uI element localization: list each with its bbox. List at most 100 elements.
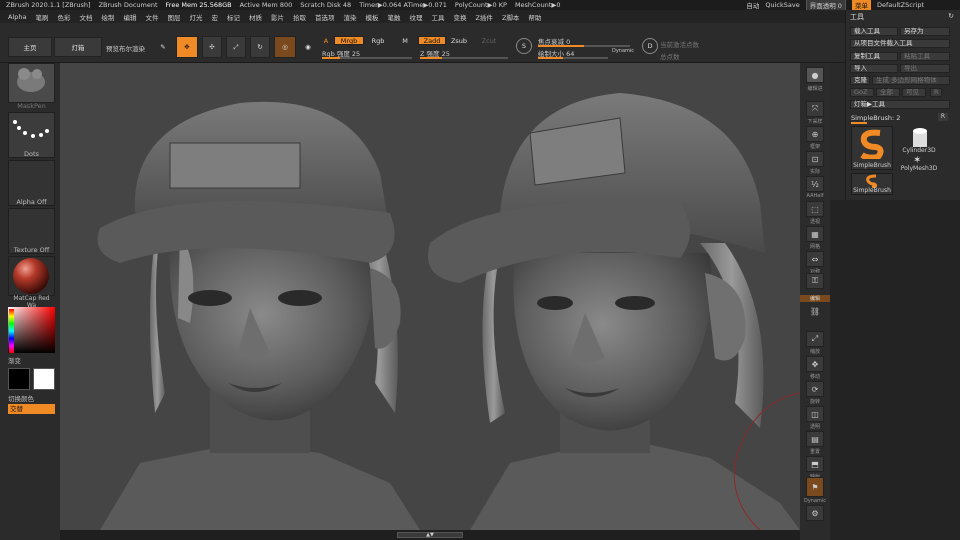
rotate-icon[interactable]: ⟳ (806, 381, 824, 397)
r-button[interactable]: R (930, 88, 942, 97)
menu-item[interactable]: 拾取 (293, 12, 306, 22)
rgb-toggle[interactable]: Rgb (366, 36, 390, 45)
focal-shift-slider[interactable] (538, 45, 630, 47)
load-tool-button[interactable]: 载入工具 (850, 27, 898, 36)
paste-tool-button[interactable]: 粘贴工具 (900, 52, 950, 61)
right-shelf-label[interactable]: 编辑 (800, 295, 830, 302)
mrgb-toggle[interactable]: Mrgb (334, 36, 364, 45)
scale-mode-icon[interactable]: ⤢ (226, 36, 246, 58)
link-icon[interactable]: ⛓ (806, 303, 824, 319)
home-button[interactable]: 主页 (8, 37, 52, 57)
tool-thumb-cylinder3d[interactable]: Cylinder3D ✶ PolyMesh3D (898, 126, 940, 172)
bpr-icon[interactable]: ● (806, 67, 824, 83)
move-mode-icon[interactable]: ✣ (202, 36, 222, 58)
default-zscript-button[interactable]: DefaultZScript (877, 1, 924, 9)
gizmo-icon[interactable]: ◎ (274, 36, 296, 58)
dots-icon[interactable]: D (642, 38, 658, 54)
menu-item[interactable]: 图层 (167, 12, 180, 22)
menu-item[interactable]: 纹理 (409, 12, 422, 22)
lightbox-tools-button[interactable]: 灯箱▶工具 (850, 100, 950, 109)
visible-button[interactable]: 可见 (902, 88, 926, 97)
bottom-shelf-toggle[interactable]: ▲▼ (397, 532, 463, 538)
zsub-toggle[interactable]: Zsub (448, 36, 470, 45)
preview-render-button[interactable]: 预览布尔渲染 (106, 43, 145, 53)
alternate-button[interactable]: 交替 (8, 404, 55, 414)
menu-item[interactable]: 渲染 (343, 12, 356, 22)
quicksave-button[interactable]: QuickSave (765, 1, 799, 9)
scroll-icon[interactable]: ⤧ (806, 101, 824, 117)
switch-color-button[interactable]: 切换颜色 (8, 393, 55, 403)
menu-item[interactable]: 材质 (249, 12, 262, 22)
zcut-toggle[interactable]: Zcut (478, 36, 500, 45)
menu-item[interactable]: Alpha (8, 13, 26, 21)
scale-icon[interactable]: ⤢ (806, 331, 824, 347)
make-polymesh-button[interactable]: 生成 多边形网格物体 (872, 76, 950, 85)
menu-button[interactable]: 菜单 (851, 0, 871, 10)
copy-tool-button[interactable]: 复制工具 (850, 52, 898, 61)
persp-icon[interactable]: ⬚ (806, 201, 824, 217)
spotlight-icon[interactable]: ◉ (300, 36, 316, 58)
menu-item[interactable]: 影片 (271, 12, 284, 22)
main-color-swatch[interactable] (8, 368, 30, 390)
menu-item[interactable]: 模板 (365, 12, 378, 22)
goz-button[interactable]: GoZ (850, 88, 874, 97)
focal-icon[interactable]: S (516, 38, 532, 54)
menu-item[interactable]: 文档 (79, 12, 92, 22)
lightbox-button[interactable]: 灯箱 (54, 37, 102, 57)
z-intensity-slider[interactable] (420, 57, 508, 59)
hue-strip[interactable] (9, 309, 14, 353)
menu-item[interactable]: 变换 (453, 12, 466, 22)
current-tool-r-button[interactable]: R (938, 113, 948, 121)
menu-item[interactable]: Z脚本 (502, 12, 519, 22)
rgb-intensity-slider[interactable] (322, 57, 412, 59)
menu-item[interactable]: 文件 (145, 12, 158, 22)
menu-item[interactable]: 首选项 (315, 12, 335, 22)
rotate-mode-icon[interactable]: ↻ (250, 36, 270, 58)
draw-mode-icon[interactable]: ✥ (176, 36, 198, 58)
color-picker[interactable] (8, 307, 55, 353)
zadd-toggle[interactable]: Zadd (418, 36, 446, 45)
dynamic-toggle[interactable]: Dynamic (612, 48, 634, 54)
menu-item[interactable]: 灯光 (189, 12, 202, 22)
transp-icon[interactable]: ◫ (806, 406, 824, 422)
tool-thumb-simplebrush-small[interactable]: SimpleBrush (851, 173, 893, 195)
lock-icon[interactable]: ⚿ (806, 273, 824, 289)
ghost-icon[interactable]: ▤ (806, 431, 824, 447)
menu-item[interactable]: 笔触 (387, 12, 400, 22)
actual-icon[interactable]: ⊡ (806, 151, 824, 167)
draw-size-slider[interactable] (538, 57, 608, 59)
export-button[interactable]: 导出 (900, 64, 950, 73)
menu-item[interactable]: 标记 (227, 12, 240, 22)
all-button[interactable]: 全部 (876, 88, 900, 97)
viewport-canvas[interactable] (60, 63, 800, 530)
brush-thumbnail[interactable] (8, 63, 55, 103)
move-icon[interactable]: ✥ (806, 356, 824, 372)
m-toggle[interactable]: M (398, 36, 412, 45)
dynamic-icon[interactable]: ⚑ (806, 477, 824, 497)
menu-item[interactable]: 宏 (211, 12, 218, 22)
edit-icon[interactable]: ✎ (154, 37, 172, 57)
floor-icon[interactable]: ▦ (806, 226, 824, 242)
menu-item[interactable]: 工具 (431, 12, 444, 22)
menu-item[interactable]: 色彩 (57, 12, 70, 22)
menu-item[interactable]: 笔刷 (35, 12, 48, 22)
secondary-color-swatch[interactable] (33, 368, 55, 390)
a-toggle[interactable]: A (320, 36, 332, 45)
load-from-project-button[interactable]: 从项目文件载入工具 (850, 39, 950, 48)
save-as-button[interactable]: 另存为 (900, 27, 950, 36)
menu-item[interactable]: 帮助 (528, 12, 541, 22)
polycount: PolyCount▶0 KP (454, 1, 507, 9)
refresh-icon[interactable]: ↻ (948, 12, 954, 20)
settings-icon[interactable]: ⚙ (806, 505, 824, 521)
solo-icon[interactable]: ⬒ (806, 456, 824, 472)
import-button[interactable]: 导入 (850, 64, 898, 73)
menu-item[interactable]: 编辑 (123, 12, 136, 22)
menu-item[interactable]: Z插件 (475, 12, 492, 22)
symmetry-icon[interactable]: ⇔ (806, 251, 824, 267)
zoom-icon[interactable]: ⊕ (806, 126, 824, 142)
aahalf-icon[interactable]: ½ (806, 176, 824, 192)
menu-item[interactable]: 绘制 (101, 12, 114, 22)
material-thumbnail[interactable] (8, 256, 55, 296)
clone-button[interactable]: 克隆 (850, 76, 870, 85)
tool-thumb-simplebrush[interactable]: SimpleBrush (851, 126, 893, 170)
